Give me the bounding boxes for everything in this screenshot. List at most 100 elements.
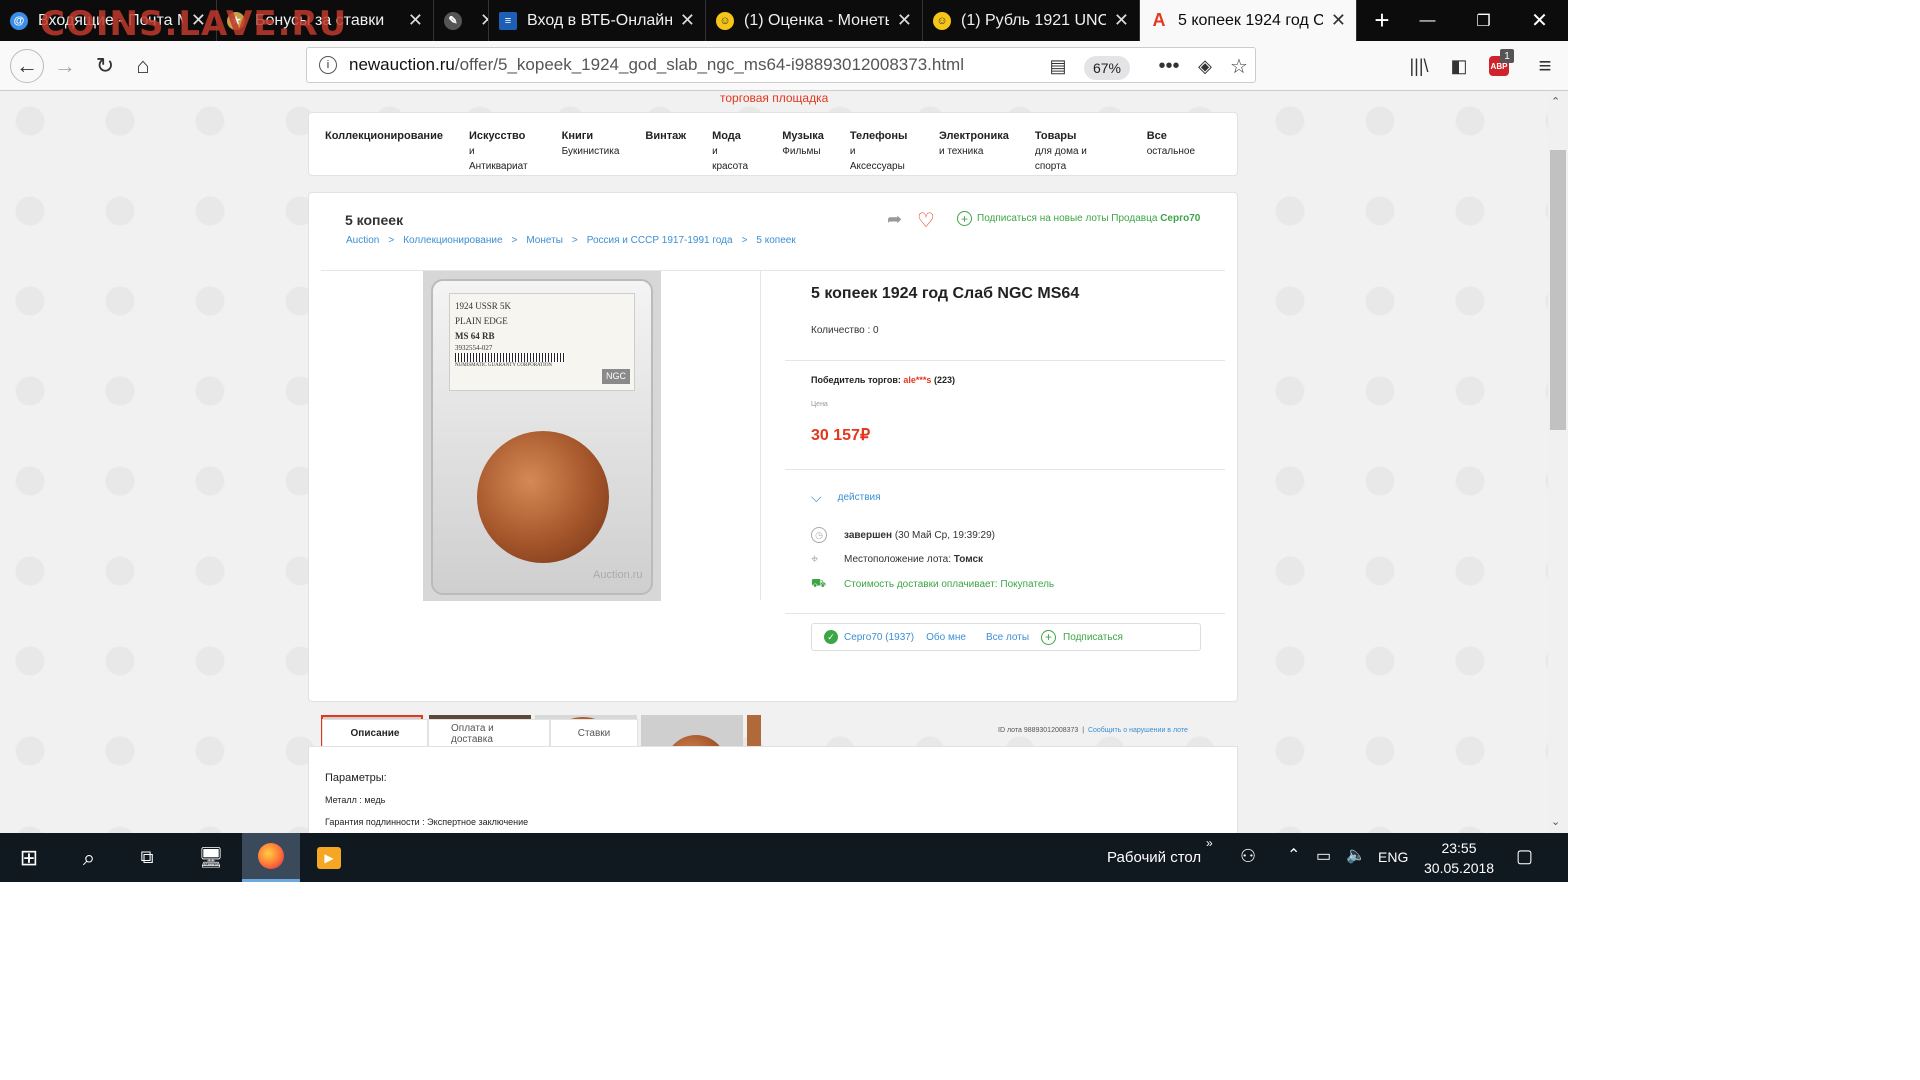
tab-payment-delivery[interactable]: Оплата и доставка (428, 719, 550, 747)
category-item[interactable]: Искусство и Антиквариат (469, 129, 536, 174)
category-name: Книги (561, 130, 594, 142)
time: 23:55 (1441, 840, 1477, 856)
language-indicator[interactable]: ENG (1378, 849, 1408, 865)
actions-toggle[interactable]: ⌵ действия (811, 489, 881, 506)
bookmark-star-icon[interactable]: ☆ (1224, 51, 1254, 81)
notification-badge: 1 (1500, 49, 1514, 63)
tray-up-icon[interactable]: ⌃ (1287, 845, 1300, 865)
param-row: Гарантия подлинности : Экспертное заключ… (325, 817, 529, 827)
category-item[interactable]: Музыка Фильмы (782, 129, 824, 174)
back-arrow-icon[interactable]: ← (10, 49, 44, 83)
heart-icon[interactable]: ♡ (917, 208, 935, 233)
close-tab-icon[interactable]: ✕ (408, 10, 423, 31)
browser-tab[interactable]: ≡ Вход в ВТБ-Онлайн ✕ (489, 0, 706, 41)
coin (477, 431, 609, 563)
clock-icon: ◷ (811, 527, 827, 543)
info-icon[interactable]: i (319, 56, 337, 74)
breadcrumb-link[interactable]: Россия и СССР 1917-1991 года (587, 235, 733, 246)
browser-tab[interactable]: ☺ (1) Оценка - Монеты ✕ (706, 0, 923, 41)
reader-view-icon[interactable]: ▤ (1043, 51, 1073, 81)
close-window-icon[interactable]: ✕ (1512, 0, 1567, 41)
subscribe-text: Подписаться на новые лоты Продавца (977, 213, 1158, 224)
category-item[interactable]: Винтаж (645, 129, 686, 174)
divider (785, 360, 1225, 361)
scroll-up-icon[interactable]: ⌃ (1551, 95, 1560, 108)
breadcrumb-link[interactable]: 5 копеек (756, 235, 795, 246)
category-item[interactable]: Товары для дома и спорта (1035, 129, 1121, 174)
home-icon[interactable]: ⌂ (128, 51, 158, 81)
lot-main-image[interactable]: 1924 USSR 5K PLAIN EDGE MS 64 RB 3932554… (423, 271, 661, 601)
seller-box: ✓ Серго70 (1937) Обо мне Все лоты + Подп… (811, 623, 1201, 651)
category-sub: для дома и спорта (1034, 146, 1087, 172)
close-tab-icon[interactable]: ✕ (897, 10, 912, 31)
category-item[interactable]: Электроника и техника (939, 129, 1009, 174)
hamburger-menu-icon[interactable]: ≡ (1530, 51, 1560, 81)
slab-label: 1924 USSR 5K PLAIN EDGE MS 64 RB 3932554… (449, 293, 635, 391)
reload-icon[interactable]: ↻ (90, 51, 120, 81)
tab-description[interactable]: Описание (322, 719, 428, 747)
forward-arrow-icon[interactable]: → (50, 51, 80, 81)
scrollbar-thumb[interactable] (1550, 150, 1566, 430)
watermark-text: COINS.LAVE.RU (40, 4, 348, 44)
windows-start-icon[interactable]: ⊞ (0, 833, 58, 882)
media-player-icon[interactable]: ▶ (300, 833, 358, 882)
breadcrumb-link[interactable]: Auction (346, 235, 379, 246)
close-tab-icon[interactable]: ✕ (480, 10, 488, 31)
action-center-icon[interactable]: ▢ (1516, 846, 1533, 867)
close-tab-icon[interactable]: ✕ (1114, 10, 1129, 31)
seller-link[interactable]: Серго70 (1937) (844, 632, 914, 643)
scroll-down-icon[interactable]: ⌄ (1551, 815, 1560, 828)
task-view-icon[interactable]: ⧉ (118, 833, 176, 882)
ngc-logo: NGC (602, 369, 630, 384)
clock[interactable]: 23:55 30.05.2018 (1424, 838, 1494, 878)
pocket-icon[interactable]: ◈ (1190, 51, 1220, 81)
search-icon[interactable]: ⌕ (60, 833, 118, 882)
all-lots-link[interactable]: Все лоты (986, 632, 1029, 643)
firefox-icon[interactable] (242, 833, 300, 882)
minimize-icon[interactable]: — (1400, 0, 1455, 41)
desktop-toolbar-label[interactable]: Рабочий стол (1107, 849, 1201, 866)
category-item[interactable]: Мода и красота (712, 129, 756, 174)
subscribe-seller-link[interactable]: + Подписаться на новые лоты Продавца Сер… (957, 211, 1200, 226)
date: 30.05.2018 (1424, 860, 1495, 876)
subscribe-link[interactable]: Подписаться (1063, 632, 1123, 643)
network-icon[interactable]: ▭ (1316, 846, 1331, 866)
actions-label: действия (837, 492, 881, 503)
tab-bids[interactable]: Ставки (550, 719, 638, 747)
computer-icon[interactable]: 🖥 (182, 833, 240, 882)
details-tabs: Описание Оплата и доставка Ставки (322, 719, 638, 747)
breadcrumb-link[interactable]: Коллекционирование (403, 235, 502, 246)
winner-name[interactable]: ale***s (903, 375, 931, 385)
volume-icon[interactable]: 🔈 (1346, 845, 1366, 865)
chevron-right-icon[interactable]: » (1206, 836, 1213, 850)
lot-title: 5 копеек 1924 год Слаб NGC MS64 (811, 285, 1080, 302)
browser-tab-active[interactable]: A 5 копеек 1924 год Сл ✕ (1140, 0, 1357, 41)
report-link[interactable]: Сообщить о нарушении в лоте (1088, 727, 1188, 734)
share-icon[interactable]: ➦ (887, 209, 902, 230)
zoom-indicator[interactable]: 67% (1084, 56, 1130, 80)
price: 30 157₽ (811, 427, 871, 444)
restore-icon[interactable]: ❐ (1456, 0, 1511, 41)
plus-circle-icon: + (957, 211, 972, 226)
image-watermark: Auction.ru (593, 569, 643, 581)
category-name: Коллекционирование (325, 130, 443, 142)
about-link[interactable]: Обо мне (926, 632, 966, 643)
check-circle-icon: ✓ (824, 630, 838, 644)
category-item[interactable]: Все остальное (1147, 129, 1195, 174)
close-tab-icon[interactable]: ✕ (1331, 10, 1346, 31)
delivery-text: Стоимость доставки оплачивает: Покупател… (844, 578, 1055, 590)
category-item[interactable]: Книги Букинистика (562, 129, 620, 174)
breadcrumb-link[interactable]: Монеты (526, 235, 563, 246)
browser-tab[interactable]: ☺ (1) Рубль 1921 UNC - ✕ (923, 0, 1140, 41)
library-icon[interactable]: |||\ (1404, 51, 1434, 81)
winner-rating: (223) (933, 375, 955, 385)
sidebar-icon[interactable]: ◧ (1444, 51, 1474, 81)
category-item[interactable]: Коллекционирование (325, 129, 443, 174)
lot-id: ID лота 98893012008373 (998, 727, 1079, 734)
browser-tab[interactable]: ✎✕ (434, 0, 489, 41)
people-icon[interactable]: ⚇ (1240, 846, 1256, 867)
close-tab-icon[interactable]: ✕ (680, 10, 695, 31)
category-sub: и Антиквариат (468, 146, 528, 172)
category-item[interactable]: Телефоны и Аксессуары (850, 129, 913, 174)
page-actions-icon[interactable]: ••• (1154, 51, 1184, 81)
